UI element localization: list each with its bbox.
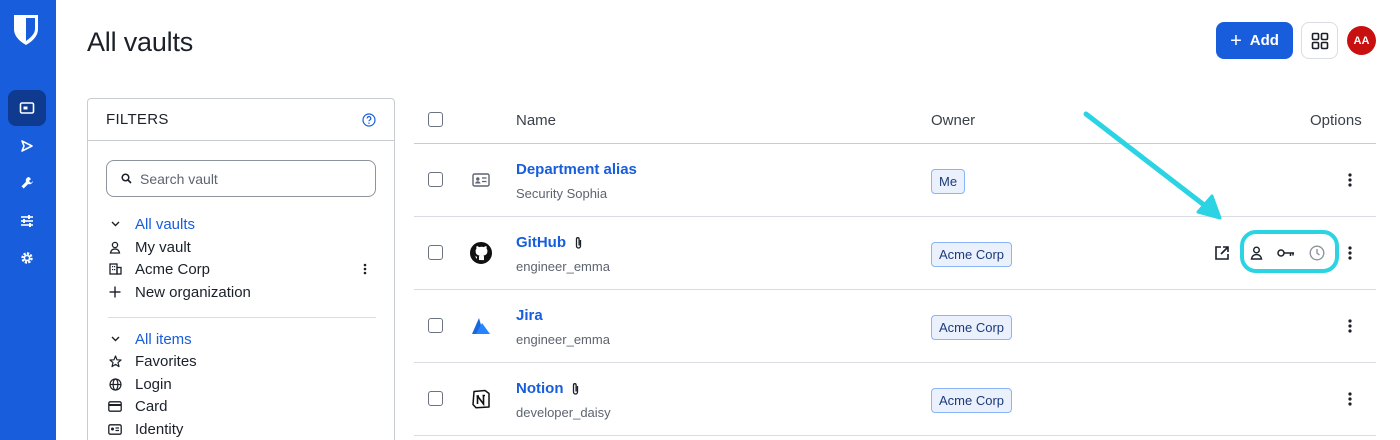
external-link-icon: [1215, 246, 1229, 260]
filter-favorites-label: Favorites: [135, 352, 197, 370]
building-icon: [108, 262, 122, 276]
nav-settings[interactable]: [8, 240, 46, 276]
filter-all-items[interactable]: All items: [108, 328, 192, 350]
table-row[interactable]: Department alias Security Sophia Me: [414, 144, 1376, 217]
item-subtitle: developer_daisy: [516, 405, 611, 420]
wrench-icon: [21, 177, 33, 189]
notion-icon: [470, 388, 492, 410]
paperclip-icon: [573, 382, 579, 395]
avatar[interactable]: AA: [1347, 26, 1376, 55]
nav-send[interactable]: [8, 128, 46, 164]
table-row[interactable]: Jira engineer_emma Acme Corp: [414, 290, 1376, 363]
nav-tools[interactable]: [8, 165, 46, 201]
owner-badge: Acme Corp: [931, 315, 1013, 340]
item-subtitle: engineer_emma: [516, 259, 610, 274]
more-options-icon[interactable]: [1346, 172, 1354, 188]
table-header: Name Owner Options: [414, 98, 1376, 144]
globe-icon: [108, 377, 122, 391]
user-icon: [108, 240, 122, 254]
plus-icon: [108, 285, 122, 299]
filter-new-organization-label: New organization: [135, 283, 251, 301]
id-card-icon: [108, 422, 122, 436]
github-icon: [470, 242, 492, 264]
credit-card-icon: [108, 399, 122, 413]
gear-icon: [21, 252, 33, 264]
item-name: Department alias: [516, 161, 637, 178]
filter-login-label: Login: [135, 375, 172, 393]
owner-badge: Me: [931, 169, 966, 194]
organization-options-icon[interactable]: [360, 261, 370, 277]
filter-card[interactable]: Card: [108, 395, 168, 417]
item-name-link[interactable]: Department alias: [516, 161, 637, 178]
quick-copy-highlight: [1240, 230, 1339, 273]
search-icon: [121, 173, 132, 184]
vault-items-table: Name Owner Options Department alias Secu…: [414, 98, 1376, 436]
launch-button[interactable]: [1213, 244, 1231, 262]
filter-favorites[interactable]: Favorites: [108, 350, 197, 372]
filter-new-organization[interactable]: New organization: [108, 281, 251, 303]
more-options-icon[interactable]: [1346, 391, 1354, 407]
vault-icon: [19, 102, 35, 114]
column-name[interactable]: Name: [516, 112, 556, 129]
send-icon: [21, 140, 33, 152]
row-checkbox[interactable]: [428, 245, 443, 260]
product-switcher-button[interactable]: [1301, 22, 1338, 59]
id-card-icon: [470, 169, 492, 191]
filter-identity[interactable]: Identity: [108, 418, 183, 440]
owner-badge: Acme Corp: [931, 242, 1013, 267]
paperclip-icon: [575, 236, 582, 249]
row-checkbox[interactable]: [428, 172, 443, 187]
filter-all-items-label: All items: [135, 330, 192, 348]
chevron-down-icon[interactable]: [108, 217, 122, 231]
help-icon[interactable]: [362, 112, 376, 127]
plus-icon: +: [1230, 29, 1242, 52]
grid-icon: [1311, 32, 1328, 49]
item-name-link[interactable]: Jira: [516, 307, 543, 324]
item-subtitle: Security Sophia: [516, 186, 608, 201]
filters-title: FILTERS: [106, 111, 169, 128]
filter-my-vault[interactable]: My vault: [108, 236, 191, 258]
filters-divider: [108, 317, 376, 318]
filter-acme-corp[interactable]: Acme Corp: [108, 258, 210, 280]
filter-my-vault-label: My vault: [135, 238, 191, 256]
filters-panel: FILTERS All vaults My vault Acme Corp Ne…: [87, 98, 395, 440]
select-all-checkbox[interactable]: [428, 112, 443, 127]
item-name: GitHub: [516, 234, 566, 251]
jira-icon: [470, 315, 492, 337]
filter-all-vaults-label: All vaults: [135, 215, 196, 233]
item-subtitle: engineer_emma: [516, 332, 610, 347]
item-name-link[interactable]: Notion: [516, 380, 580, 397]
filters-header: FILTERS: [88, 99, 394, 141]
nav-rail: [0, 0, 56, 440]
star-icon: [108, 354, 122, 368]
add-button[interactable]: + Add: [1216, 22, 1293, 59]
filter-identity-label: Identity: [135, 420, 184, 438]
filter-login[interactable]: Login: [108, 373, 172, 395]
add-button-label: Add: [1249, 32, 1279, 49]
chevron-down-icon[interactable]: [108, 332, 122, 346]
more-options-icon[interactable]: [1346, 318, 1354, 334]
filter-all-vaults[interactable]: All vaults: [108, 213, 195, 235]
table-row[interactable]: Notion developer_daisy Acme Corp: [414, 363, 1376, 436]
owner-badge: Acme Corp: [931, 388, 1013, 413]
row-checkbox[interactable]: [428, 391, 443, 406]
nav-reports[interactable]: [8, 203, 46, 239]
item-name: Jira: [516, 307, 543, 324]
item-name-link[interactable]: GitHub: [516, 234, 583, 251]
nav-vault[interactable]: [8, 90, 46, 126]
table-row[interactable]: GitHub engineer_emma Acme Corp: [414, 217, 1376, 290]
search-vault[interactable]: [106, 160, 376, 197]
page-title: All vaults: [87, 27, 194, 57]
row-checkbox[interactable]: [428, 318, 443, 333]
filter-acme-corp-label: Acme Corp: [135, 260, 211, 278]
filter-card-label: Card: [135, 397, 168, 415]
bitwarden-logo[interactable]: [13, 14, 39, 46]
column-options: Options: [1310, 112, 1362, 129]
column-owner[interactable]: Owner: [931, 112, 975, 129]
search-input[interactable]: [140, 170, 360, 187]
more-options-icon[interactable]: [1346, 245, 1354, 261]
annotation-arrow: [1083, 111, 1222, 220]
sliders-icon: [21, 215, 33, 227]
item-name: Notion: [516, 380, 564, 397]
